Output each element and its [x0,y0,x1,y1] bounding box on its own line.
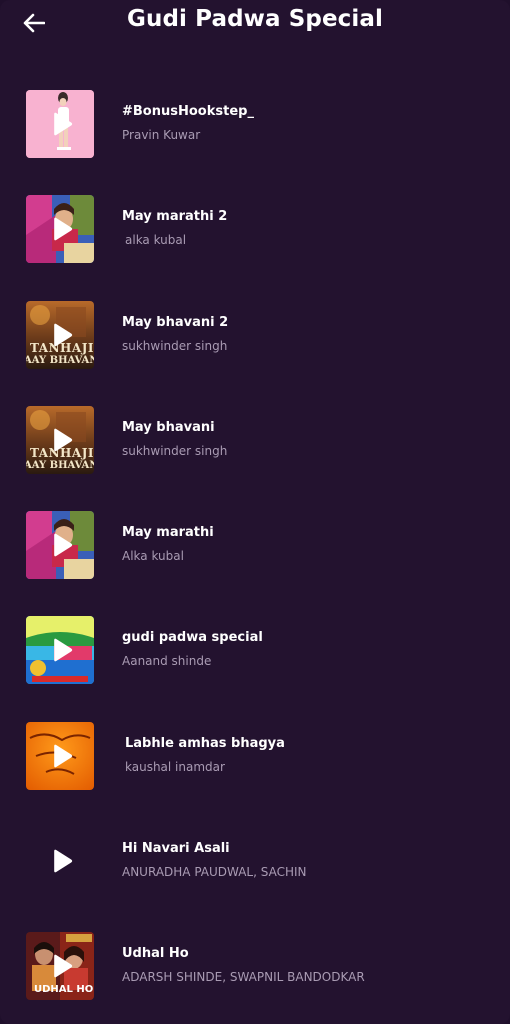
song-title: May bhavani 2 [122,314,229,330]
song-thumbnail: TANHAJI AAY BHAVAN [26,405,94,474]
song-row[interactable]: Hi Navari Asali ANURADHA PAUDWAL, SACHIN [0,827,510,932]
song-artist: ADARSH SHINDE, SWAPNIL BANDODKAR [122,970,365,985]
song-artist: kaushal inamdar [125,759,225,774]
song-row[interactable]: #BonusHookstep_ Pravin Kuwar [0,90,510,195]
play-icon [54,217,73,241]
play-icon [54,533,73,557]
song-info: Labhle amhas bhagya kaushal inamdar [122,736,490,774]
song-title: Labhle amhas bhagya [125,735,285,751]
song-info: May bhavani 2 sukhwinder singh [122,315,490,353]
song-info: Hi Navari Asali ANURADHA PAUDWAL, SACHIN [122,841,490,879]
song-artist: Alka kubal [122,549,184,564]
song-thumbnail [26,721,94,790]
song-row[interactable]: UDHAL HO Udhal Ho ADARSH SHINDE, SWAPNIL… [0,932,510,1024]
thumbnail-caption: AAY BHAVAN [26,459,94,471]
song-title: May bhavani [122,419,215,435]
song-row[interactable]: May marathi Alka kubal [0,511,510,616]
play-icon [54,428,73,452]
song-artist: sukhwinder singh [122,338,228,353]
song-info: gudi padwa special Aanand shinde [122,630,490,668]
song-info: May bhavani sukhwinder singh [122,420,490,458]
song-title: May marathi 2 [122,209,228,225]
song-artist: Aanand shinde [122,654,212,669]
song-list: #BonusHookstep_ Pravin Kuwar May marathi… [0,90,510,1024]
song-title: #BonusHookstep_ [122,104,254,119]
song-thumbnail [26,195,94,264]
song-thumbnail [26,827,94,895]
thumbnail-caption: AAY BHAVAN [26,354,94,366]
header-bar: Gudi Padwa Special [0,0,510,46]
song-thumbnail [26,511,94,580]
song-title: Hi Navari Asali [122,841,230,857]
play-icon [54,744,73,768]
play-icon [54,112,73,136]
song-artist: alka kubal [125,233,187,248]
song-info: Udhal Ho ADARSH SHINDE, SWAPNIL BANDODKA… [122,946,490,984]
play-icon [54,849,73,873]
song-row[interactable]: Labhle amhas bhagya kaushal inamdar [0,721,510,827]
song-row[interactable]: May marathi 2 alka kubal [0,195,510,300]
song-title: gudi padwa special [122,630,263,646]
play-icon [54,639,73,662]
page-title: Gudi Padwa Special [127,6,383,32]
song-thumbnail [26,90,94,158]
play-icon [54,323,73,346]
song-info: May marathi Alka kubal [122,525,490,563]
screen: Gudi Padwa Special #BonusHookstep_ Pravi… [0,0,510,1024]
song-title: May marathi [122,525,214,541]
song-thumbnail: TANHAJI AAY BHAVAN [26,300,94,369]
song-row[interactable]: TANHAJI AAY BHAVAN May bhavani sukhwinde… [0,405,510,511]
play-icon [54,955,73,978]
song-row[interactable]: TANHAJI AAY BHAVAN May bhavani 2 sukhwin… [0,300,510,406]
song-artist: ANURADHA PAUDWAL, SACHIN [122,865,307,880]
song-thumbnail: UDHAL HO [26,932,94,1001]
song-title: Udhal Ho [122,946,189,962]
thumbnail-caption: UDHAL HO [34,984,94,996]
song-artist: Pravin Kuwar [122,128,201,142]
song-thumbnail [26,616,94,685]
song-artist: sukhwinder singh [122,443,228,458]
song-info: #BonusHookstep_ Pravin Kuwar [122,104,490,142]
song-row[interactable]: gudi padwa special Aanand shinde [0,616,510,721]
song-info: May marathi 2 alka kubal [122,209,490,247]
